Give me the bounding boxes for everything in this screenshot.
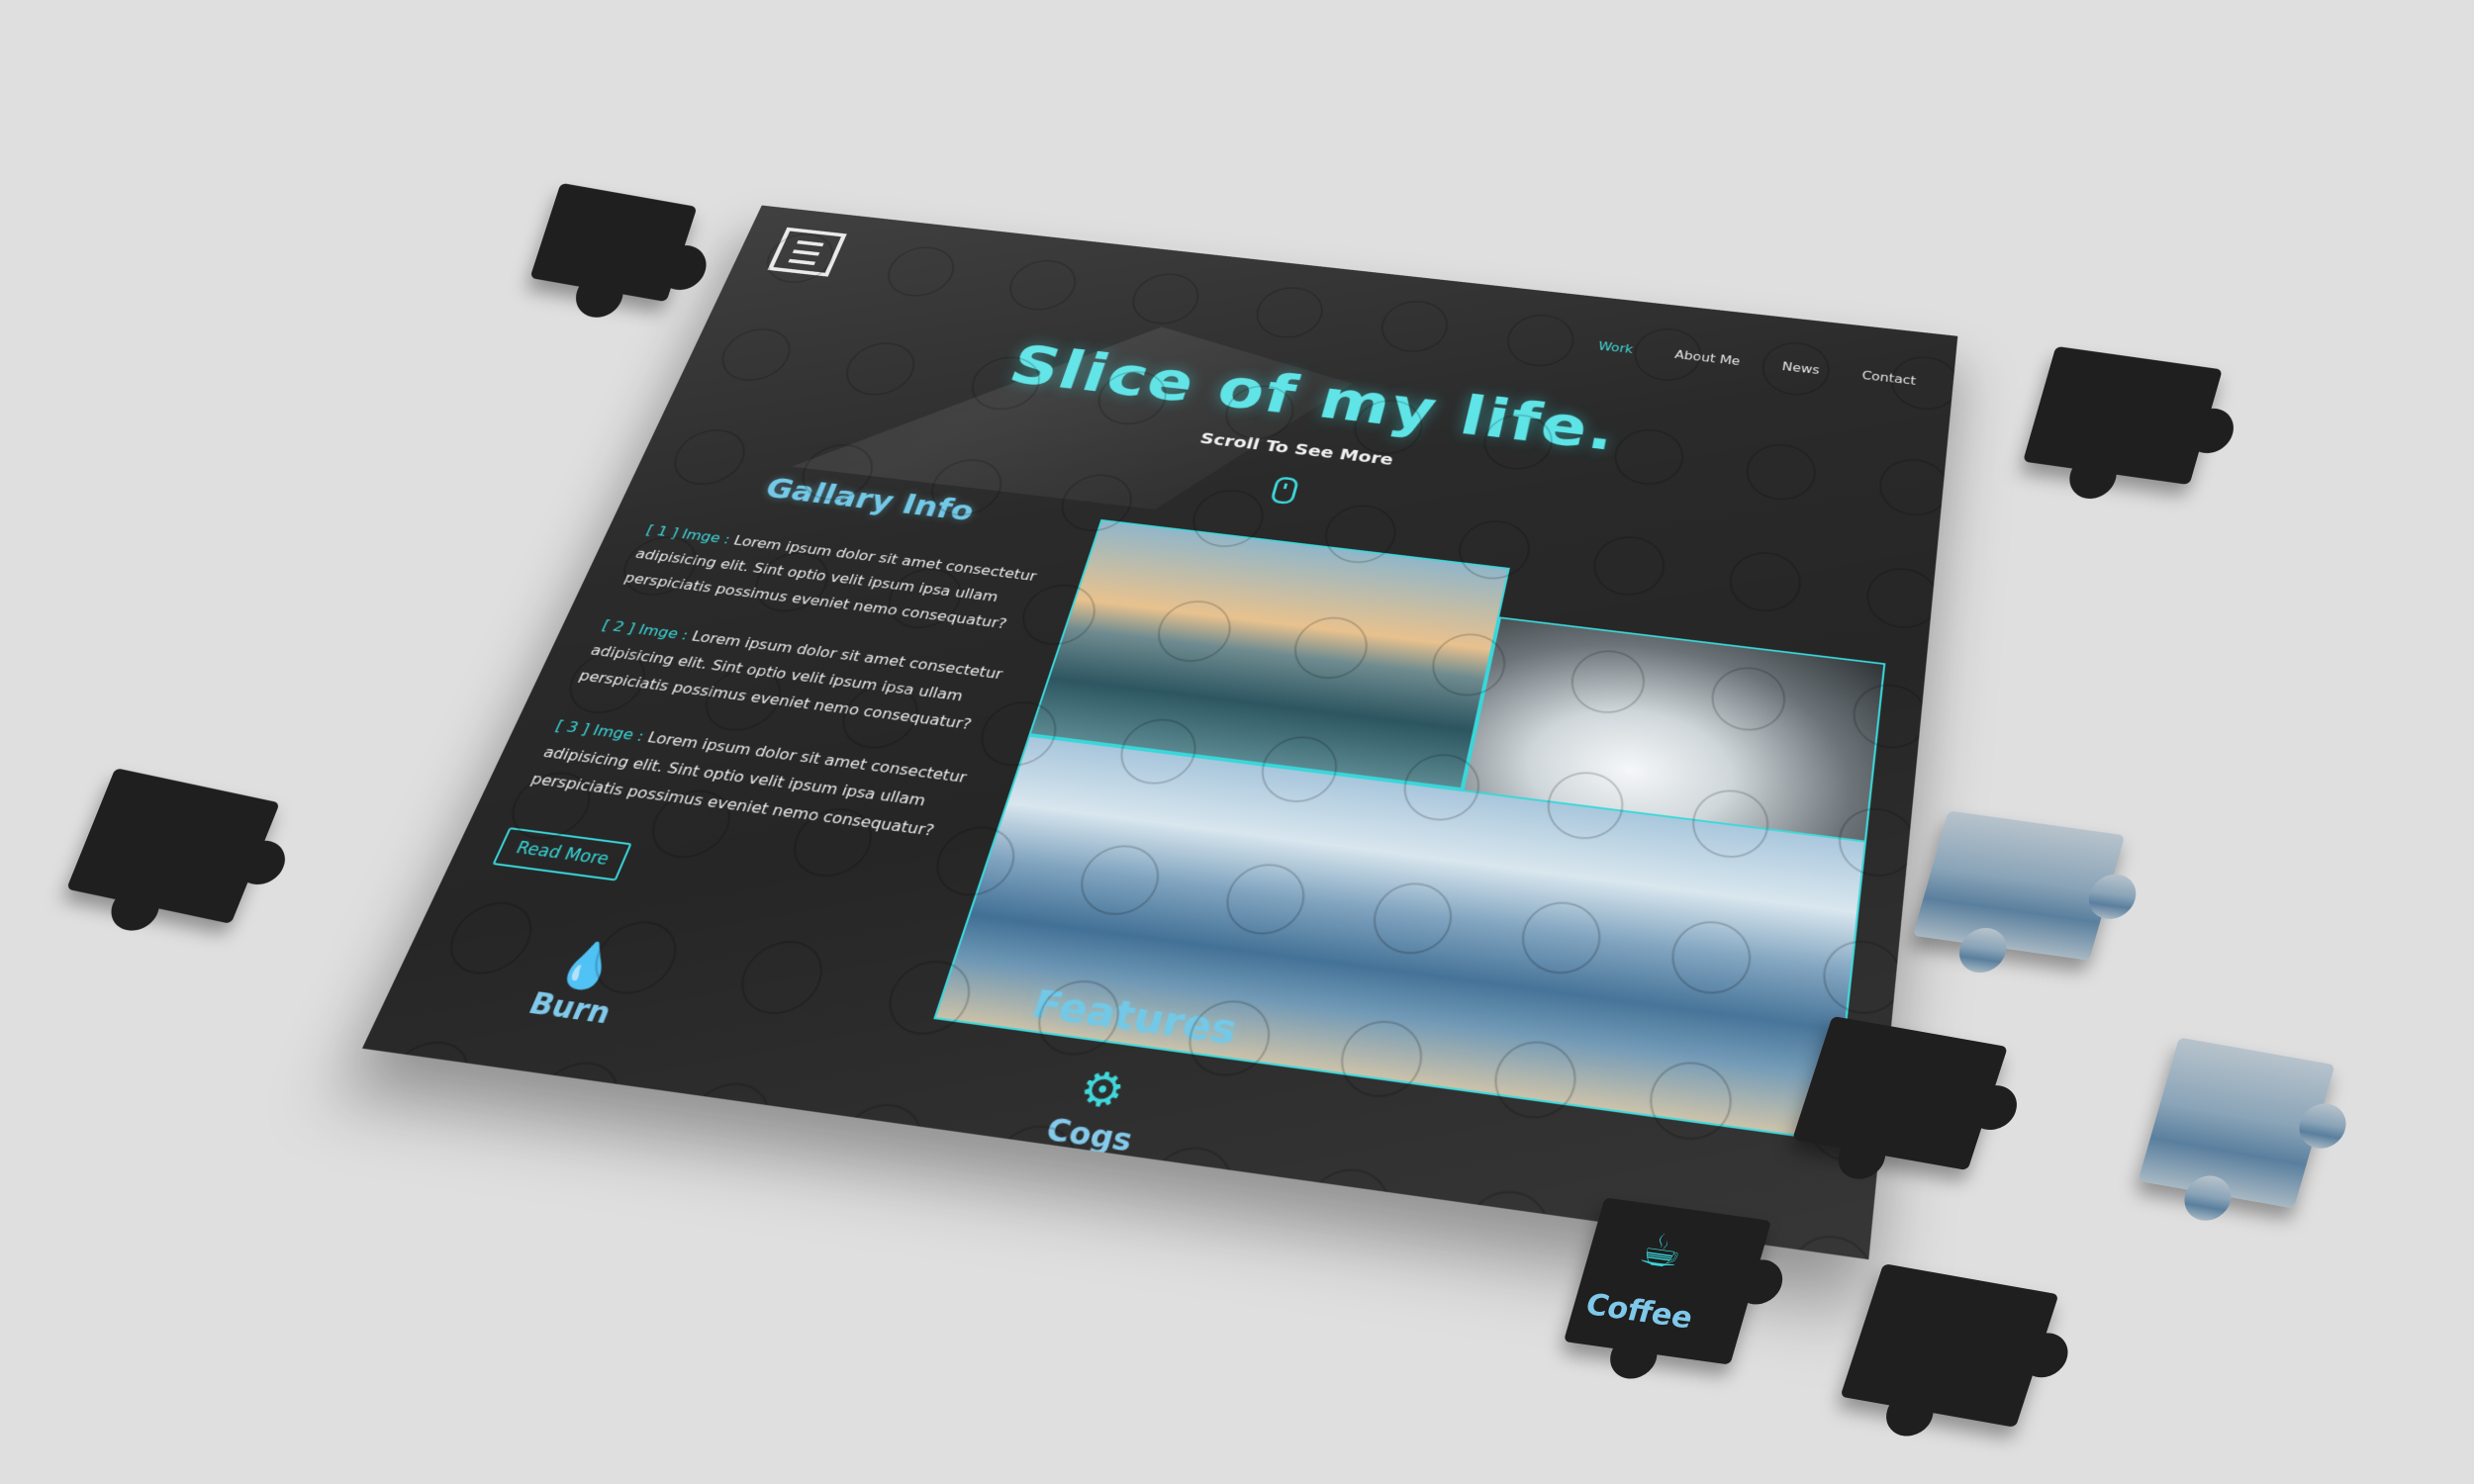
gallery-info-item-label: [ 2 ] Imge : bbox=[599, 616, 692, 644]
puzzle-scene: Work About Me News Contact Slice of my l… bbox=[0, 0, 2474, 1484]
gallery-info-item-text: Lorem ipsum dolor sit amet consectetur a… bbox=[527, 728, 970, 840]
read-more-button[interactable]: Read More bbox=[492, 827, 632, 881]
mouse-icon[interactable] bbox=[1270, 476, 1300, 506]
nav-item-news[interactable]: News bbox=[1781, 360, 1821, 377]
e-logo-icon[interactable] bbox=[767, 227, 847, 277]
gallery-info-item-label: [ 1 ] Imge : bbox=[643, 521, 733, 547]
board-perspective: Work About Me News Contact Slice of my l… bbox=[0, 0, 2474, 1484]
feature-cogs: ⚙ Cogs bbox=[1007, 1055, 1187, 1164]
loose-puzzle-piece[interactable] bbox=[2023, 345, 2223, 486]
coffee-icon: ☕ bbox=[1634, 1221, 1690, 1279]
gallery-info-item-text: Lorem ipsum dolor sit amet consectetur a… bbox=[576, 627, 1005, 733]
nav-item-work[interactable]: Work bbox=[1597, 339, 1634, 356]
loose-puzzle-piece-photo[interactable] bbox=[1912, 810, 2126, 961]
gallery-info-item: [ 3 ] Imge : Lorem ipsum dolor sit amet … bbox=[525, 712, 987, 849]
nav-item-about-me[interactable]: About Me bbox=[1673, 348, 1741, 368]
gallery-info-item-text: Lorem ipsum dolor sit amet consectetur a… bbox=[621, 532, 1039, 632]
webpage-puzzle-board: Work About Me News Contact Slice of my l… bbox=[361, 205, 1958, 1260]
top-navigation: Work About Me News Contact bbox=[1597, 339, 1917, 388]
nav-item-contact[interactable]: Contact bbox=[1861, 369, 1917, 388]
feature-label-coffee: Coffee bbox=[1581, 1287, 1697, 1337]
gallery-info-item-label: [ 3 ] Imge : bbox=[552, 716, 647, 745]
